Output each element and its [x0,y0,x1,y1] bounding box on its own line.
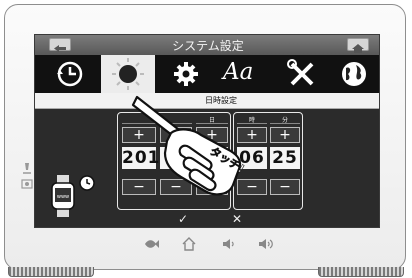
camera-icon [21,179,33,189]
confirm-button[interactable]: ✓ [173,212,193,226]
world-clock-icon[interactable]: www [47,171,99,223]
screen-title: システム設定 [172,39,244,53]
device-foot-left [8,267,94,277]
tools-icon [287,59,314,86]
home-outline-icon[interactable] [181,237,197,251]
volume-down-icon[interactable] [221,237,237,251]
font-icon: Aa [223,59,254,85]
settings-icon-bar: Aa [35,55,379,93]
volume-up-icon[interactable] [258,237,274,251]
tab-clock[interactable] [43,55,97,93]
tab-tools[interactable] [275,55,329,93]
fish-icon[interactable] [143,237,159,251]
globe-icon [342,62,366,86]
tab-globe[interactable] [327,55,379,93]
gear-icon [174,62,198,86]
tab-font[interactable]: Aa [217,55,271,93]
title-bar: システム設定 [35,35,379,55]
brightness-icon [112,58,144,90]
microphone-icon [23,163,31,174]
minute-column: 分 + 25 − [268,113,302,207]
pointing-hand-icon: タッチ! [131,95,247,196]
minute-plus-button[interactable]: + [270,127,300,143]
svg-text:www: www [57,194,69,200]
home-icon [352,44,364,53]
home-button[interactable] [347,38,369,53]
clock-icon [57,61,83,87]
minute-value: 25 [270,147,300,169]
device-foot-right [318,267,404,277]
tab-brightness[interactable] [101,55,155,93]
minute-header: 分 [270,115,300,124]
tab-gear[interactable] [159,55,213,93]
minute-minus-button[interactable]: − [270,179,300,195]
cancel-button[interactable]: ✕ [227,212,247,226]
screen: システム設定 Aa 日時設定 + 2014 − − 日 + 時 + 06 − 分… [34,34,380,228]
